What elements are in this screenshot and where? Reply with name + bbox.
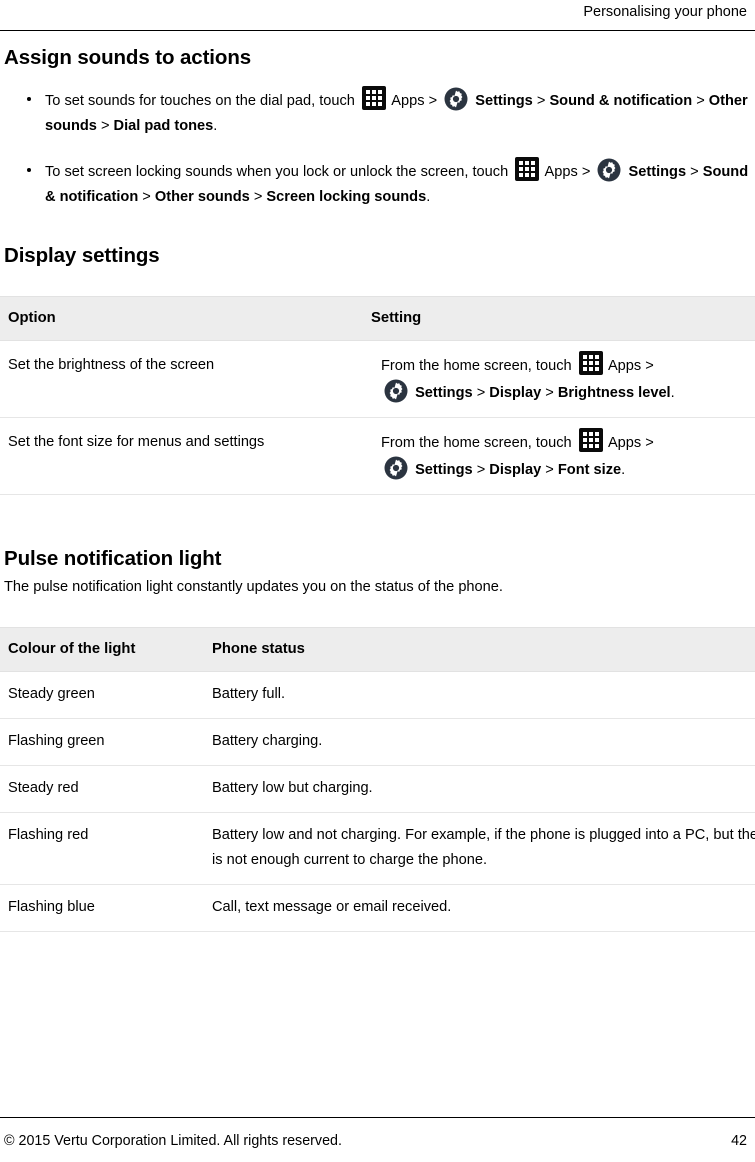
running-header-title: Personalising your phone [583,4,747,20]
apps-grid-icon [361,86,386,110]
path-separator: > [545,385,554,401]
settings-label: Settings [415,385,473,401]
apps-grid-icon [578,428,603,452]
path-separator: > [696,93,705,109]
document-page: Personalising your phone Assign sounds t… [0,0,755,1162]
path-separator: > [253,189,263,205]
path-segment: Brightness level [557,385,671,401]
section-title-pulse-light: Pulse notification light [4,547,222,570]
cell-status: Battery low but charging. [206,765,755,813]
display-settings-table: Option Setting Set the brightness of the… [0,296,755,495]
cell-colour: Flashing blue [0,884,206,932]
cell-colour: Flashing red [0,812,206,885]
path-separator: > [545,462,554,478]
cell-setting: From the home screen, touch Apps > Setti… [363,340,755,418]
cell-colour: Steady green [0,671,206,719]
cell-status: Call, text message or email received. [206,884,755,932]
path-separator: > [476,385,486,401]
cell-status: Battery full. [206,671,755,719]
path-segment: Screen locking sounds [266,189,427,205]
sentence-terminator: . [426,189,431,205]
apps-label: Apps [544,164,578,180]
pulse-light-intro: The pulse notification light constantly … [4,579,503,595]
gear-icon [597,158,621,182]
column-header-option: Option [0,296,363,341]
path-segment: Font size [557,462,622,478]
cell-option: Set the font size for menus and settings [0,417,363,495]
table-row: Flashing blue Call, text message or emai… [0,884,755,932]
cell-status: Battery charging. [206,718,755,766]
path-separator: > [476,462,486,478]
apps-label: Apps [607,358,642,374]
column-header-status: Phone status [206,627,755,672]
pulse-light-table: Colour of the light Phone status Steady … [0,627,755,932]
path-separator: > [142,189,151,205]
page-content: Assign sounds to actions To set sounds f… [0,46,755,932]
table-header-row: Colour of the light Phone status [0,627,755,672]
path-segment: Display [489,385,542,401]
path-separator: > [536,93,546,109]
gear-icon [384,456,408,480]
assign-sounds-bullet-list: To set sounds for touches on the dial pa… [0,86,755,210]
path-separator: > [581,164,591,180]
bullet-dot-icon [27,168,31,172]
page-number: 42 [731,1133,747,1149]
path-separator: > [100,118,110,134]
path-separator: > [690,164,699,180]
table-row: Set the font size for menus and settings… [0,417,755,495]
section-title-display-settings: Display settings [4,244,160,267]
column-header-setting: Setting [363,296,755,341]
section-title-assign-sounds: Assign sounds to actions [4,46,252,69]
path-segment: Dial pad tones [113,118,214,134]
running-header: Personalising your phone [0,0,755,34]
copyright-text: © 2015 Vertu Corporation Limited. All ri… [4,1133,342,1149]
cell-status: Battery low and not charging. For exampl… [206,812,755,885]
list-item: To set sounds for touches on the dial pa… [0,86,755,139]
sentence-terminator: . [621,462,626,478]
apps-label: Apps [607,435,642,451]
cell-colour: Flashing green [0,718,206,766]
path-separator: > [428,93,438,109]
settings-label: Settings [628,164,687,180]
cell-setting: From the home screen, touch Apps > Setti… [363,417,755,495]
header-divider [0,30,755,31]
path-segment: Other sounds [154,189,250,205]
table-row: Flashing green Battery charging. [0,718,755,766]
table-row: Steady green Battery full. [0,671,755,719]
apps-grid-icon [515,157,540,181]
table-header-row: Option Setting [0,296,755,341]
cell-option: Set the brightness of the screen [0,340,363,418]
path-segment: Display [489,462,542,478]
table-row: Flashing red Battery low and not chargin… [0,812,755,885]
bullet-dot-icon [27,97,31,101]
path-separator: > [645,358,654,374]
table-row: Steady red Battery low but charging. [0,765,755,813]
setting-lead-text: From the home screen, touch [381,358,572,374]
gear-icon [444,87,468,111]
sentence-terminator: . [213,118,218,134]
bullet-lead-text: To set sounds for touches on the dial pa… [45,93,355,109]
settings-label: Settings [415,462,473,478]
path-separator: > [645,435,654,451]
settings-label: Settings [475,93,533,109]
table-row: Set the brightness of the screen From th… [0,340,755,418]
sentence-terminator: . [670,385,675,401]
list-item: To set screen locking sounds when you lo… [0,157,755,210]
bullet-lead-text: To set screen locking sounds when you lo… [45,164,509,180]
apps-grid-icon [578,351,603,375]
page-footer: © 2015 Vertu Corporation Limited. All ri… [0,1128,755,1154]
apps-label: Apps [391,93,425,109]
footer-divider [0,1117,755,1118]
path-segment: Sound & notification [549,93,693,109]
setting-lead-text: From the home screen, touch [381,435,572,451]
gear-icon [384,379,408,403]
column-header-colour: Colour of the light [0,627,206,672]
cell-colour: Steady red [0,765,206,813]
